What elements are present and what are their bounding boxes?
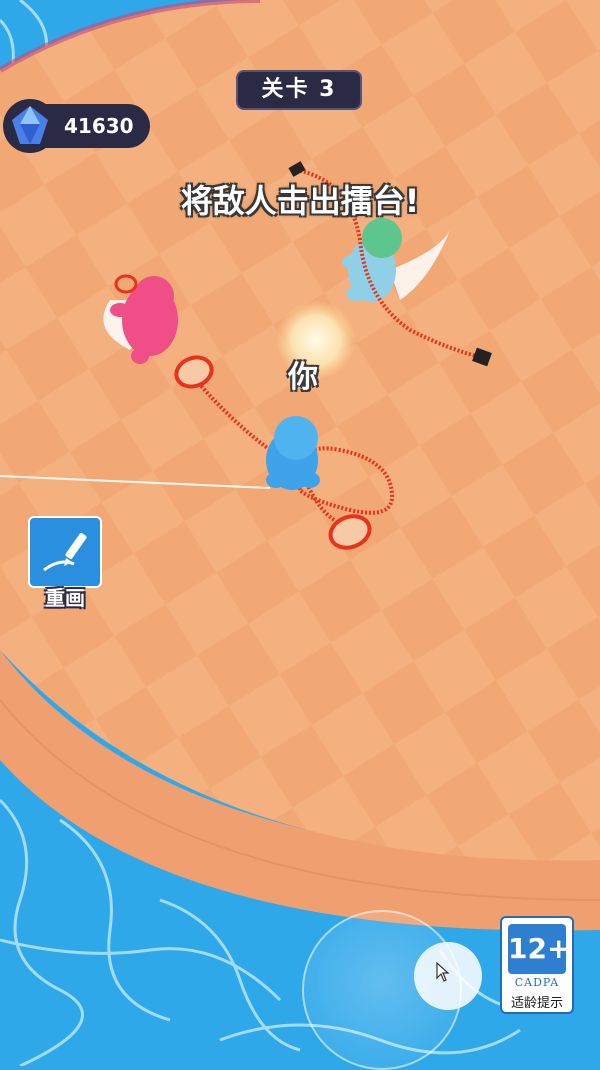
- gem-icon: [3, 99, 57, 153]
- level-badge: 关卡 3: [236, 70, 362, 110]
- age-rating-org: CADPA: [514, 976, 560, 989]
- redraw-tile[interactable]: [28, 516, 102, 588]
- redraw-label[interactable]: 重画: [28, 582, 102, 611]
- gem-count: 41630: [64, 114, 134, 138]
- gem-counter: 41630: [3, 99, 150, 153]
- touch-indicator: [414, 942, 482, 1010]
- instruction-text: 将敌人击出擂台!: [180, 182, 420, 220]
- redraw-button[interactable]: 重画: [28, 516, 102, 611]
- age-rating-hint: 适龄提示: [510, 996, 563, 1011]
- pen-draw-icon: [43, 533, 87, 572]
- age-rating-value: 12+: [508, 924, 570, 974]
- player-label: 你: [288, 360, 318, 395]
- cursor-icon: [436, 962, 450, 982]
- age-rating-badge: 12+ CADPA 适龄提示: [500, 916, 574, 1014]
